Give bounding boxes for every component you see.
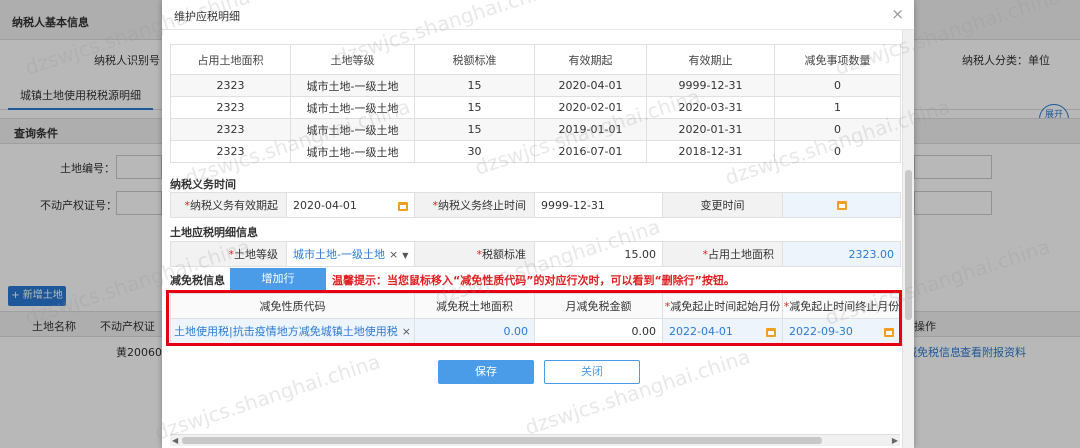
maintain-tax-detail-dialog: 维护应税明细 × 占用土地面积 土地等级 税额标准 有效期起 有效期止 减免事项… <box>162 0 914 448</box>
arrow-left-icon[interactable]: ◀ <box>172 436 178 445</box>
scroll-thumb[interactable] <box>182 437 822 444</box>
cell: 15 <box>414 74 535 97</box>
land-grade-select[interactable]: 城市土地-一级土地 × ▼ <box>286 241 415 267</box>
cell: 城市土地-一级土地 <box>290 140 415 163</box>
col-valid-from: 有效期起 <box>534 44 647 75</box>
cell: 2020-01-31 <box>646 118 775 141</box>
land-grade-label: *土地等级 <box>170 241 287 267</box>
arrow-right-icon[interactable]: ▶ <box>892 436 898 445</box>
cell: 2018-12-31 <box>646 140 775 163</box>
obligation-end-label: *纳税义务终止时间 <box>414 192 535 218</box>
cell: 2323 <box>170 140 291 163</box>
cell: 15 <box>414 118 535 141</box>
cell: 城市土地-一级土地 <box>290 74 415 97</box>
col-valid-to: 有效期止 <box>646 44 775 75</box>
col-rate: 税额标准 <box>414 44 535 75</box>
cell: 30 <box>414 140 535 163</box>
dialog-header: 维护应税明细 × <box>162 0 914 30</box>
col-grade: 土地等级 <box>290 44 415 75</box>
vertical-scrollbar[interactable] <box>902 30 914 448</box>
table-row[interactable]: 2323 城市土地-一级土地 15 2020-04-01 9999-12-31 … <box>170 74 901 97</box>
cell: 2020-02-01 <box>534 96 647 119</box>
cell: 0 <box>774 74 901 97</box>
detail-form: *土地等级 城市土地-一级土地 × ▼ *税额标准 15.00 *占用土地面积 23… <box>170 241 901 267</box>
col-area: 占用土地面积 <box>170 44 291 75</box>
cell: 2323 <box>170 74 291 97</box>
obligation-form: *纳税义务有效期起 2020-04-01 *纳税义务终止时间 9999-12-3… <box>170 192 901 218</box>
obligation-start-field[interactable]: 2020-04-01 <box>286 192 415 218</box>
rate-table: 占用土地面积 土地等级 税额标准 有效期起 有效期止 减免事项数量 2323 城… <box>170 44 901 163</box>
cell: 城市土地-一级土地 <box>290 118 415 141</box>
cell: 2020-03-31 <box>646 96 775 119</box>
cell: 2020-04-01 <box>534 74 647 97</box>
relief-toolbar: 减免税信息 增加行 温馨提示：当您鼠标移入“减免性质代码”的对应行次时，可以看到… <box>170 268 900 290</box>
clear-icon[interactable]: × <box>389 248 398 261</box>
cell: 1 <box>774 96 901 119</box>
cell: 2016-07-01 <box>534 140 647 163</box>
obligation-end-field[interactable]: 9999-12-31 <box>534 192 663 218</box>
cell: 0 <box>774 140 901 163</box>
occupied-area-field[interactable]: 2323.00 <box>782 241 901 267</box>
col-relief-count: 减免事项数量 <box>774 44 901 75</box>
change-time-label: 变更时间 <box>662 192 783 218</box>
tax-rate-label: *税额标准 <box>414 241 535 267</box>
add-row-button[interactable]: 增加行 <box>230 268 326 290</box>
change-time-field[interactable] <box>782 192 901 218</box>
detail-section-title: 土地应税明细信息 <box>170 226 258 239</box>
cell: 2323 <box>170 118 291 141</box>
caret-down-icon[interactable]: ▼ <box>402 251 408 260</box>
obligation-start-label: *纳税义务有效期起 <box>170 192 287 218</box>
relief-section-label: 减免税信息 <box>170 274 225 287</box>
highlight-box <box>166 290 902 346</box>
dialog-title: 维护应税明细 <box>174 10 240 23</box>
relief-tip: 温馨提示：当您鼠标移入“减免性质代码”的对应行次时，可以看到“删除行”按钮。 <box>332 274 735 287</box>
cell: 15 <box>414 96 535 119</box>
calendar-icon[interactable] <box>836 201 847 210</box>
cell: 2323 <box>170 96 291 119</box>
calendar-icon[interactable] <box>398 201 408 211</box>
cell: 0 <box>774 118 901 141</box>
close-icon[interactable]: × <box>891 5 904 23</box>
table-row[interactable]: 2323 城市土地-一级土地 15 2020-02-01 2020-03-31 … <box>170 96 901 119</box>
rate-table-header: 占用土地面积 土地等级 税额标准 有效期起 有效期止 减免事项数量 <box>170 44 901 75</box>
save-button[interactable]: 保存 <box>438 360 534 384</box>
tax-rate-value: 15.00 <box>534 241 663 267</box>
occupied-area-label: *占用土地面积 <box>662 241 783 267</box>
table-row[interactable]: 2323 城市土地-一级土地 30 2016-07-01 2018-12-31 … <box>170 140 901 163</box>
cell: 9999-12-31 <box>646 74 775 97</box>
horizontal-scrollbar[interactable]: ◀ ▶ <box>170 434 900 446</box>
table-row[interactable]: 2323 城市土地-一级土地 15 2019-01-01 2020-01-31 … <box>170 118 901 141</box>
scroll-thumb[interactable] <box>905 170 912 320</box>
cell: 城市土地-一级土地 <box>290 96 415 119</box>
cell: 2019-01-01 <box>534 118 647 141</box>
close-button[interactable]: 关闭 <box>544 360 640 384</box>
obligation-section-title: 纳税义务时间 <box>170 178 236 191</box>
